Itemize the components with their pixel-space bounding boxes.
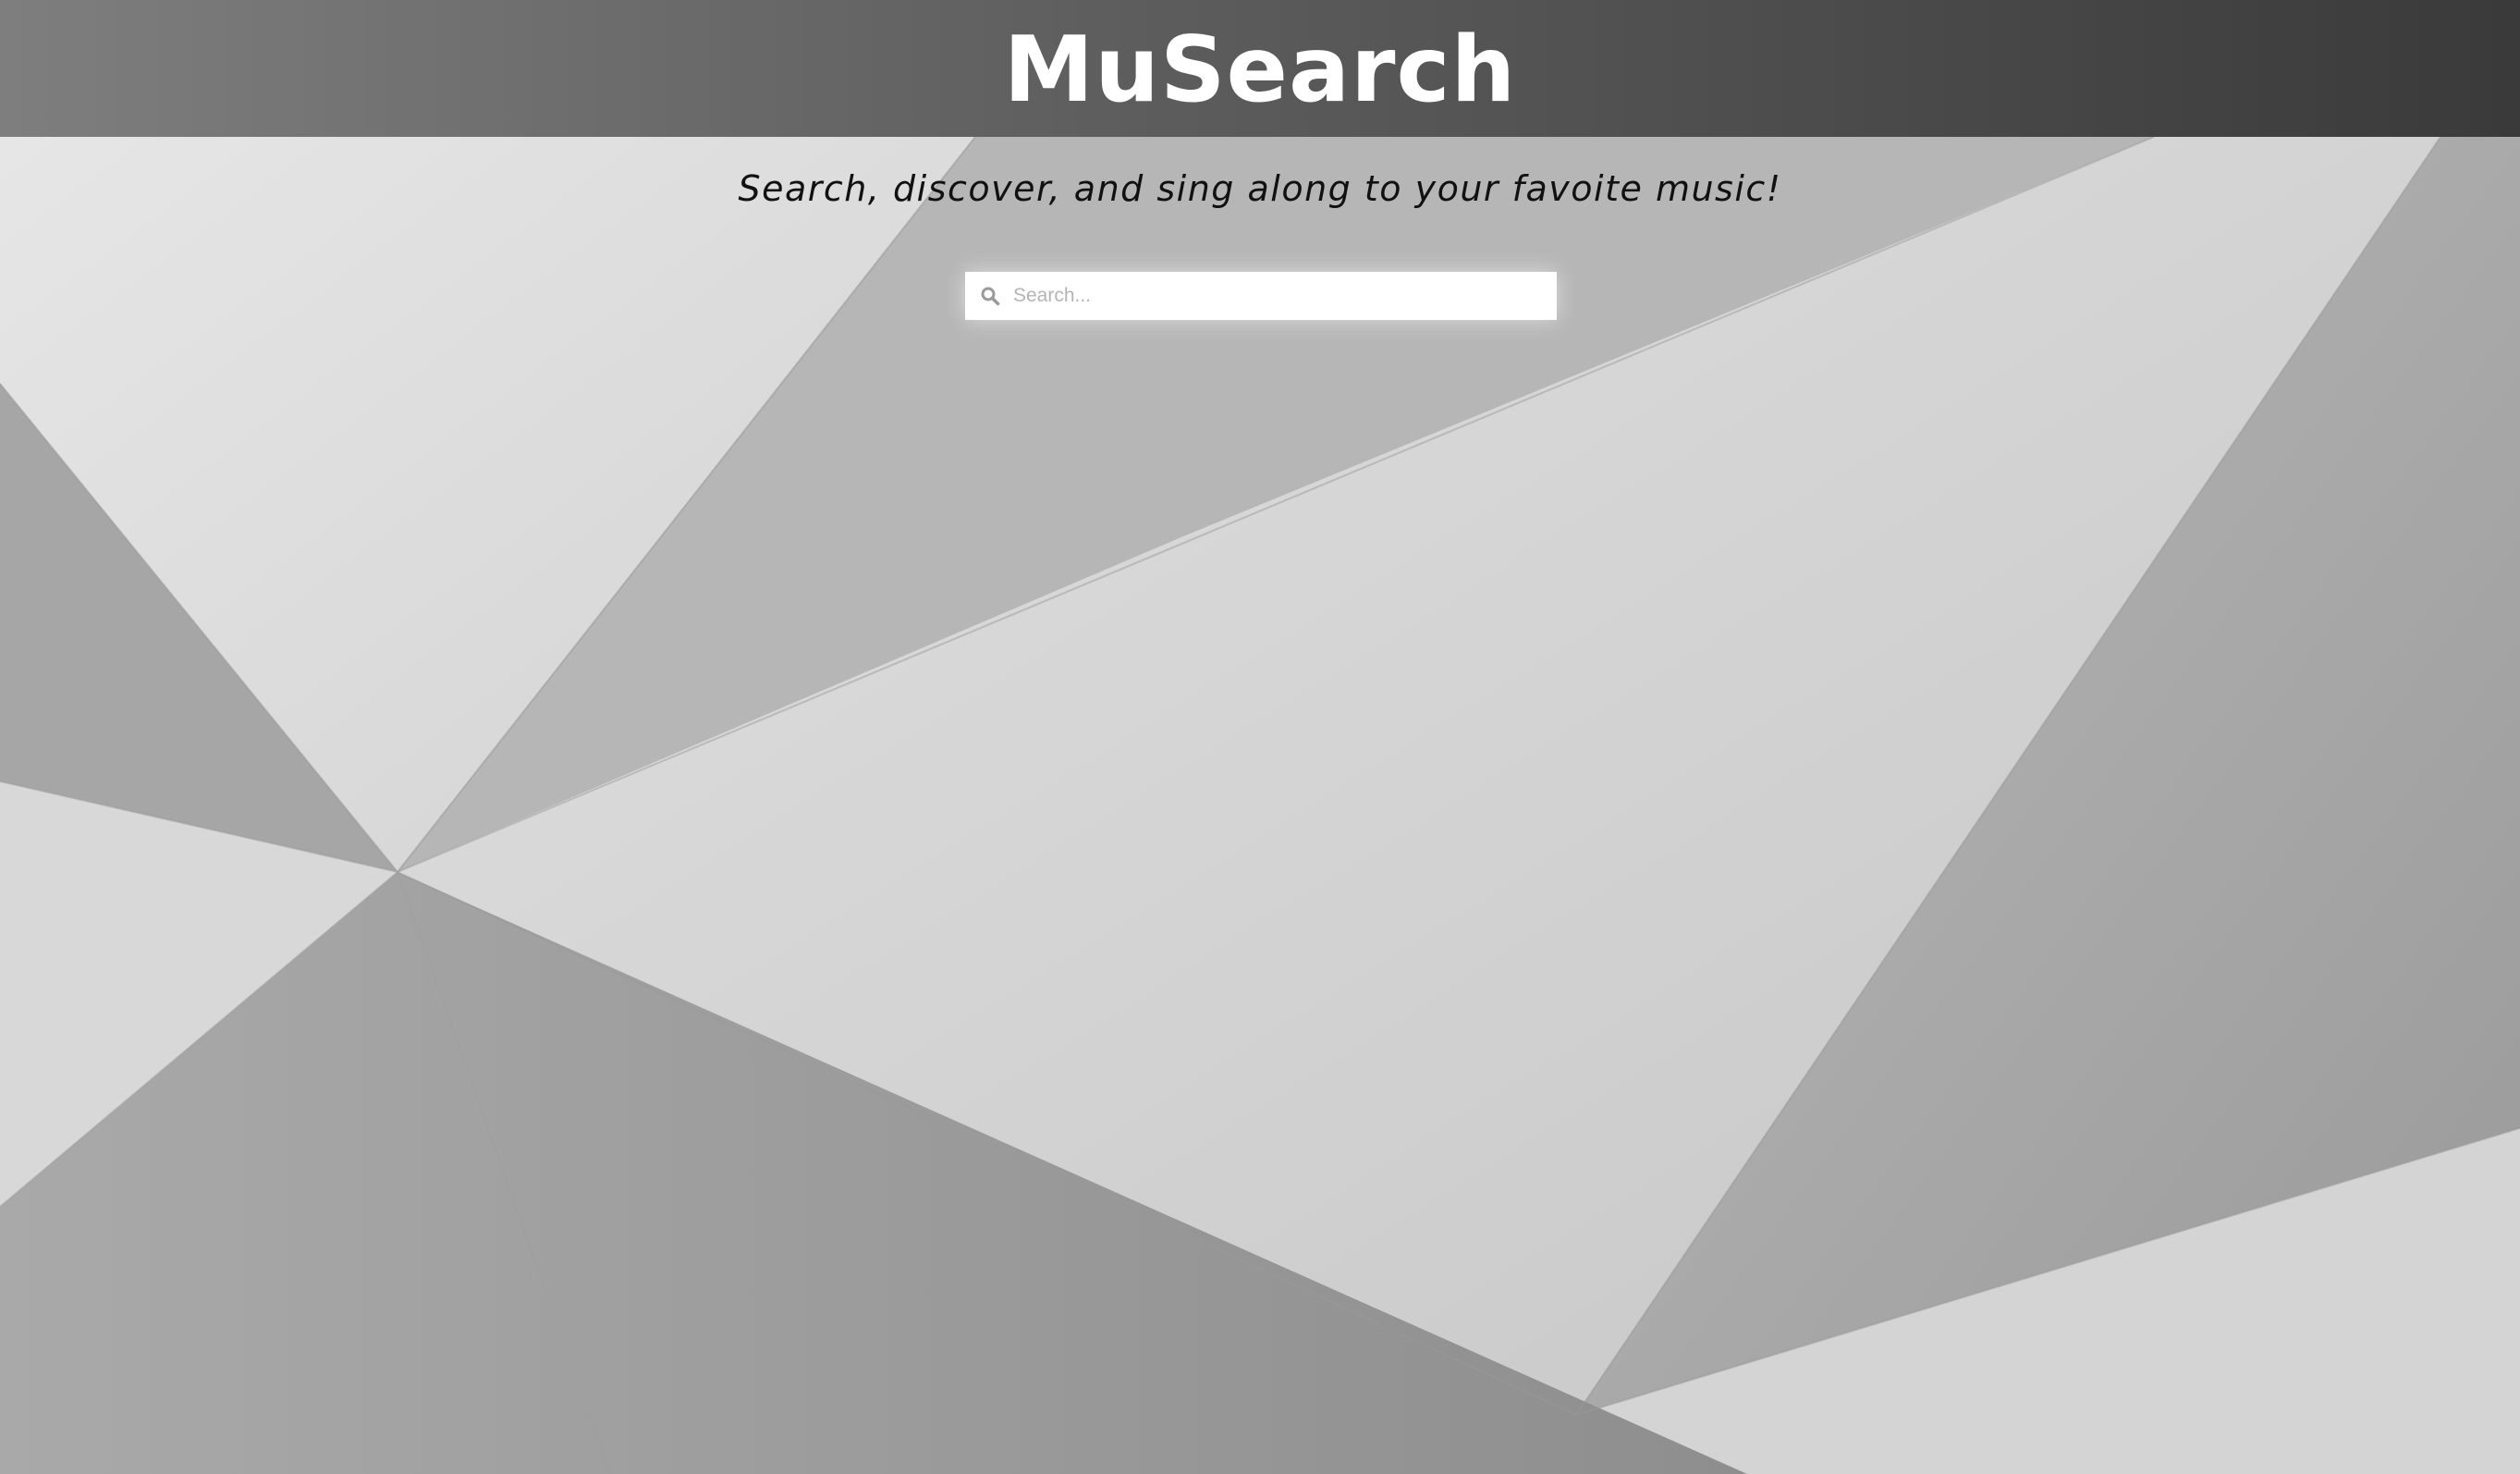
search-icon xyxy=(978,284,1002,308)
site-logo[interactable]: MuSearch xyxy=(1004,25,1517,116)
tagline: Search, discover, and sing along to your… xyxy=(738,168,1782,209)
background-image xyxy=(0,0,2520,1474)
page: MuSearch Search, discover, and sing alon… xyxy=(0,0,2520,1474)
search-bar[interactable] xyxy=(965,272,1557,320)
site-header: MuSearch xyxy=(0,0,2520,137)
search-input[interactable] xyxy=(1008,276,1557,316)
